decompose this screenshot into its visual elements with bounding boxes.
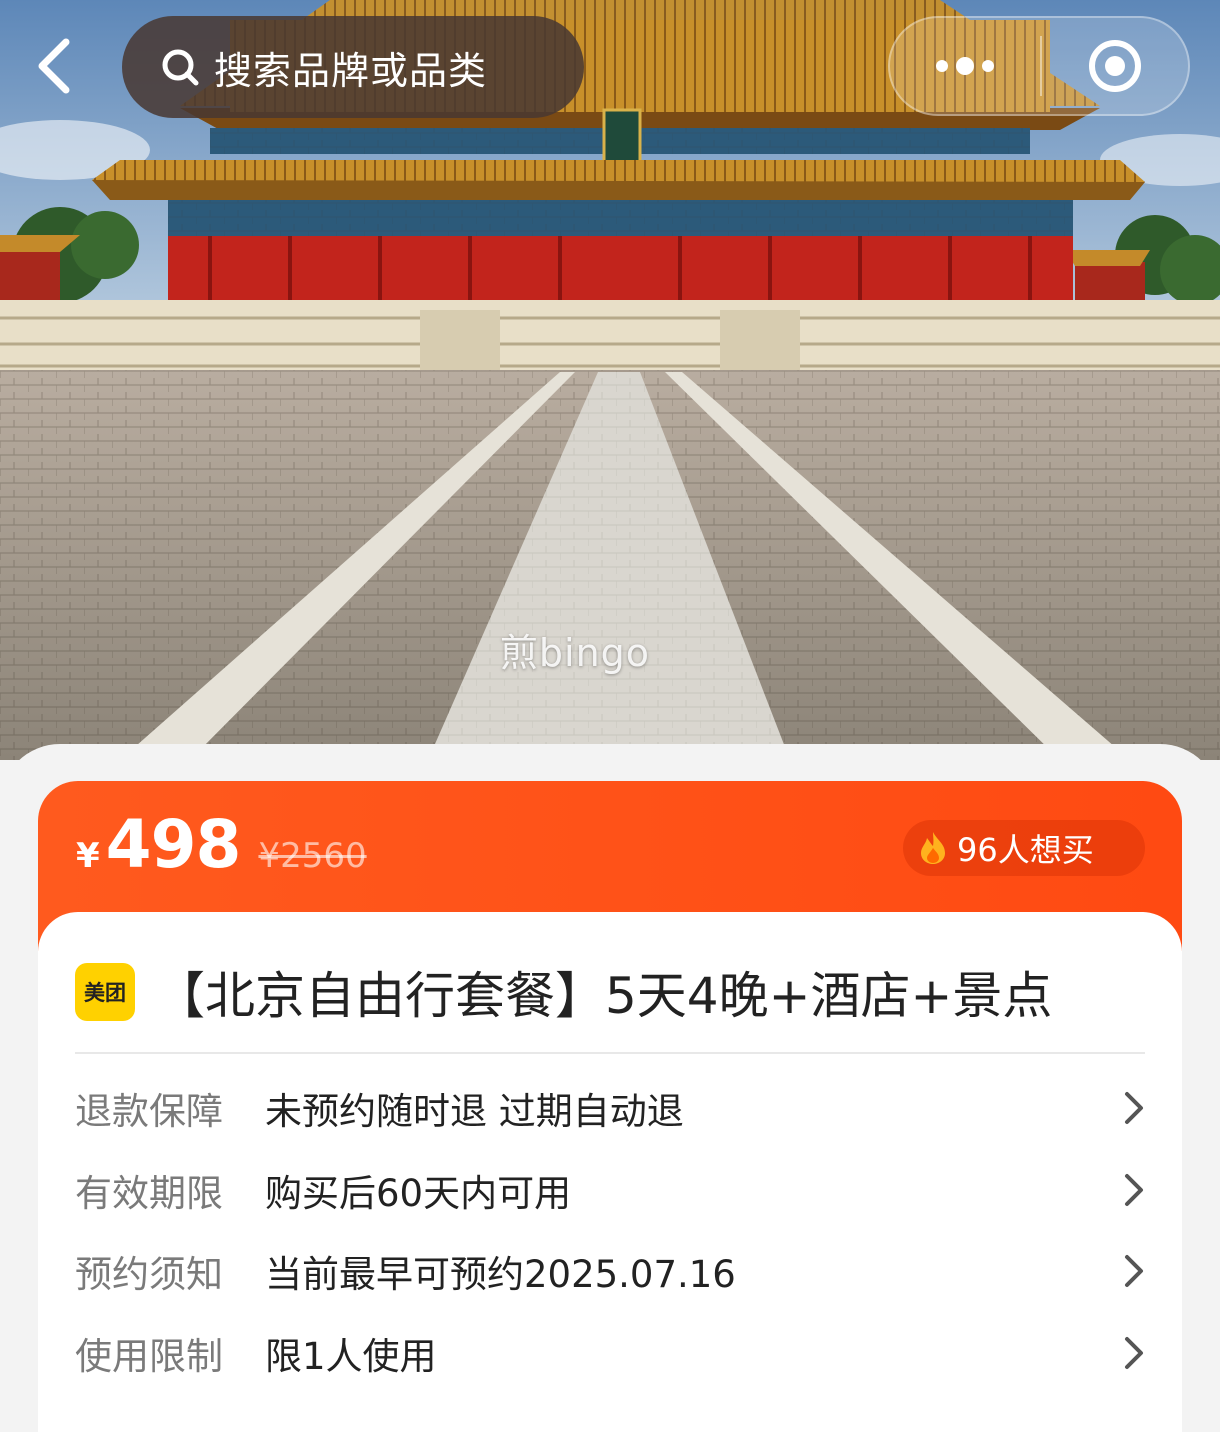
current-price: 498: [105, 806, 242, 883]
chevron-right-icon: [1115, 1172, 1145, 1208]
back-button[interactable]: [22, 34, 86, 98]
chevron-right-icon: [1115, 1253, 1145, 1289]
info-value: 未预约随时退 过期自动退: [265, 1090, 684, 1133]
info-row-refund[interactable]: 退款保障 未预约随时退 过期自动退: [75, 1078, 1145, 1138]
info-label: 使用限制: [75, 1335, 223, 1378]
chevron-left-icon: [38, 38, 70, 94]
info-label: 预约须知: [75, 1253, 223, 1296]
info-label: 有效期限: [75, 1172, 223, 1215]
price-row: ¥ 498 ¥2560: [76, 806, 367, 896]
info-row-validity[interactable]: 有效期限 购买后60天内可用: [75, 1160, 1145, 1220]
more-dots-icon: [936, 57, 994, 75]
mini-program-capsule: [888, 16, 1190, 116]
info-label: 退款保障: [75, 1090, 223, 1133]
info-value: 限1人使用: [265, 1335, 437, 1378]
chevron-right-icon: [1115, 1335, 1145, 1371]
info-row-booking[interactable]: 预约须知 当前最早可预约2025.07.16: [75, 1241, 1145, 1301]
currency-symbol: ¥: [76, 836, 100, 876]
title-divider: [75, 1052, 1145, 1054]
search-bar[interactable]: 搜索品牌或品类: [122, 16, 584, 118]
search-icon: [162, 49, 199, 86]
want-count-text: 96人想买: [957, 831, 1094, 869]
target-circle-icon: [1089, 40, 1141, 92]
more-button[interactable]: [890, 18, 1040, 114]
meituan-logo: 美团: [75, 963, 135, 1021]
watermark: 煎bingo: [499, 631, 651, 675]
search-placeholder: 搜索品牌或品类: [214, 48, 488, 93]
info-value: 当前最早可预约2025.07.16: [265, 1253, 736, 1296]
info-value: 购买后60天内可用: [265, 1172, 572, 1215]
product-title: 【北京自由行套餐】5天4晚+酒店+景点: [155, 967, 1053, 1025]
close-mini-program-button[interactable]: [1042, 18, 1188, 114]
product-title-row: 美团 【北京自由行套餐】5天4晚+酒店+景点: [75, 952, 1155, 1032]
want-count-badge: 96人想买: [903, 820, 1145, 876]
original-price: ¥2560: [258, 836, 367, 876]
info-row-usage-limit[interactable]: 使用限制 限1人使用: [75, 1323, 1145, 1383]
flame-icon: [921, 832, 945, 864]
chevron-right-icon: [1115, 1090, 1145, 1126]
